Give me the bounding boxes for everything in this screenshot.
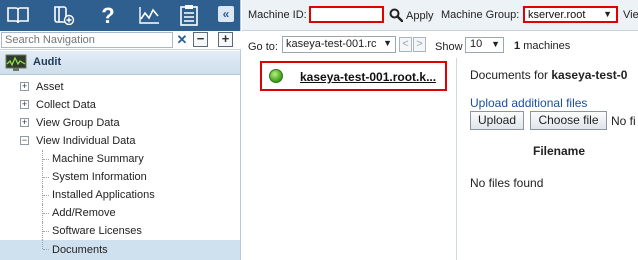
documents-panel: Documents for kaseya-test-0 Upload addit… <box>458 58 638 260</box>
no-file-chosen-label: No fi <box>611 114 636 128</box>
machine-group-label: Machine Group: <box>441 9 520 21</box>
module-label: Audit <box>33 56 62 68</box>
machine-group-select[interactable]: kserver.root ▼ <box>523 6 618 23</box>
machine-filter-bar: Machine ID: Apply Machine Group: kserver… <box>242 0 638 31</box>
goto-machine-select[interactable]: kaseya-test-001.rc ▼ <box>282 36 396 53</box>
tree-item-label[interactable]: Documents <box>52 244 108 256</box>
show-label: Show <box>435 41 463 53</box>
chart-icon[interactable] <box>135 3 163 27</box>
dropdown-arrow-icon: ▼ <box>383 38 392 48</box>
machine-id-input[interactable] <box>309 6 384 23</box>
audit-monitor-icon <box>5 54 27 71</box>
add-book-icon[interactable] <box>50 3 78 27</box>
tree-item-software-licenses[interactable]: Software Licenses <box>0 222 240 240</box>
tree-item-label[interactable]: System Information <box>52 171 147 183</box>
filename-column-header: Filename <box>533 144 586 158</box>
tree-item-label[interactable]: Installed Applications <box>52 189 155 201</box>
apply-button[interactable]: Apply <box>406 10 434 22</box>
expand-all-button[interactable]: + <box>218 32 233 47</box>
empty-state-text: No files found <box>470 176 544 190</box>
machine-name-link[interactable]: kaseya-test-001.root.k... <box>300 70 436 84</box>
machine-count-number: 1 <box>514 40 521 52</box>
machine-row[interactable]: kaseya-test-001.root.k... <box>260 61 447 91</box>
tree-item-label[interactable]: Machine Summary <box>52 153 144 165</box>
machine-count-suffix: machines <box>523 40 571 52</box>
nav-search-row: ✕ − + <box>0 31 241 50</box>
collapse-toggle-icon[interactable]: − <box>20 136 29 145</box>
navigation-panel: ? « ✕ − + Audit + Asset + Collect Data +… <box>0 0 241 260</box>
tree-item-label[interactable]: View Individual Data <box>36 135 135 147</box>
nav-toolbar: ? « <box>0 0 240 31</box>
book-icon[interactable] <box>4 3 32 27</box>
tree-item-label[interactable]: Collect Data <box>36 99 96 111</box>
expand-toggle-icon[interactable]: + <box>20 100 29 109</box>
choose-file-button[interactable]: Choose file <box>530 111 607 130</box>
documents-title-prefix: Documents for <box>470 68 549 82</box>
tree-item-system-information[interactable]: System Information <box>0 168 240 186</box>
machine-id-label: Machine ID: <box>248 9 307 21</box>
help-icon[interactable]: ? <box>94 3 122 27</box>
tree-item-collect-data[interactable]: + Collect Data <box>0 96 240 114</box>
svg-text:?: ? <box>101 4 114 26</box>
machine-group-value: kserver.root <box>528 9 586 21</box>
online-status-icon <box>269 69 283 83</box>
tree-item-add-remove[interactable]: Add/Remove <box>0 204 240 222</box>
expand-toggle-icon[interactable]: + <box>20 118 29 127</box>
dropdown-arrow-icon: ▼ <box>603 9 612 19</box>
page-size-value: 10 <box>470 38 483 50</box>
collapse-all-button[interactable]: − <box>193 32 208 47</box>
goto-machine-value: kaseya-test-001.rc <box>286 38 377 50</box>
tree-item-view-individual-data[interactable]: − View Individual Data <box>0 132 240 150</box>
collapse-nav-icon[interactable]: « <box>218 6 234 22</box>
documents-title-machine: kaseya-test-0 <box>551 68 628 82</box>
tree-item-label[interactable]: Software Licenses <box>52 225 142 237</box>
tree-item-label[interactable]: View Group Data <box>36 117 120 129</box>
machine-list: kaseya-test-001.root.k... <box>242 58 457 260</box>
previous-page-button[interactable]: < <box>399 37 412 52</box>
tree-item-documents[interactable]: Documents <box>0 240 240 260</box>
tree-item-label[interactable]: Add/Remove <box>52 207 116 219</box>
next-page-button[interactable]: > <box>413 37 426 52</box>
tree-item-label[interactable]: Asset <box>36 81 64 93</box>
goto-bar: Go to: kaseya-test-001.rc ▼ < > Show 10 … <box>242 31 638 58</box>
search-navigation-input[interactable] <box>1 32 173 48</box>
expand-toggle-icon[interactable]: + <box>20 82 29 91</box>
tree-item-view-group-data[interactable]: + View Group Data <box>0 114 240 132</box>
documents-title: Documents for kaseya-test-0 <box>470 68 627 82</box>
goto-label: Go to: <box>248 41 278 53</box>
clipboard-icon[interactable] <box>175 3 203 27</box>
tree-item-asset[interactable]: + Asset <box>0 78 240 96</box>
view-label: View <box>623 9 638 21</box>
clear-search-icon[interactable]: ✕ <box>176 32 188 48</box>
search-icon[interactable] <box>389 8 403 22</box>
upload-additional-files-link[interactable]: Upload additional files <box>470 96 587 110</box>
page-size-select[interactable]: 10 ▼ <box>465 37 504 53</box>
dropdown-arrow-icon: ▼ <box>491 39 500 49</box>
machine-count: 1 machines <box>514 40 570 52</box>
tree-item-machine-summary[interactable]: Machine Summary <box>0 150 240 168</box>
tree-item-installed-applications[interactable]: Installed Applications <box>0 186 240 204</box>
module-audit-header[interactable]: Audit <box>0 51 240 75</box>
upload-button[interactable]: Upload <box>470 111 524 130</box>
